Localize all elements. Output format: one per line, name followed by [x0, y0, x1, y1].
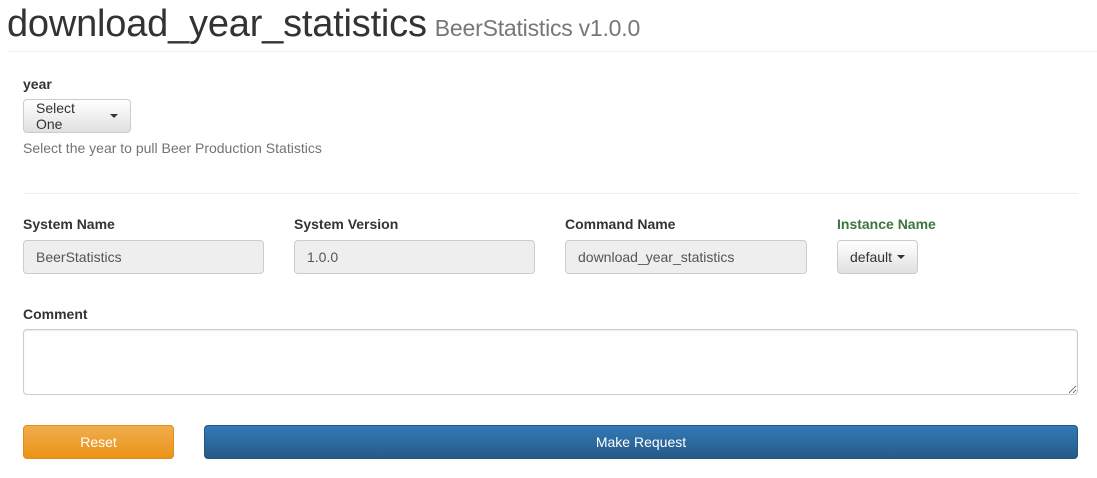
section-divider [23, 193, 1078, 194]
make-request-button[interactable]: Make Request [204, 425, 1078, 459]
system-name-field: BeerStatistics [23, 240, 264, 274]
system-version-label: System Version [294, 216, 399, 232]
year-help-text: Select the year to pull Beer Production … [23, 140, 322, 156]
caret-down-icon [110, 114, 118, 118]
year-label: year [23, 76, 52, 92]
comment-textarea[interactable] [23, 329, 1078, 395]
system-version-field: 1.0.0 [294, 240, 535, 274]
instance-name-label: Instance Name [837, 216, 936, 232]
command-name-field: download_year_statistics [565, 240, 807, 274]
reset-button[interactable]: Reset [23, 425, 174, 459]
caret-down-icon [897, 255, 906, 259]
command-title: download_year_statistics [7, 3, 427, 45]
subtitle-system-version: v1.0.0 [578, 15, 641, 41]
page-subtitle: BeerStatistics v1.0.0 [435, 15, 640, 41]
instance-name-dropdown[interactable]: default [837, 240, 918, 274]
command-name-label: Command Name [565, 216, 676, 232]
comment-label: Comment [23, 306, 88, 322]
instance-dropdown-value: default [850, 249, 893, 265]
system-name-label: System Name [23, 216, 115, 232]
year-dropdown[interactable]: Select One [23, 99, 131, 133]
page-title: download_year_statistics BeerStatistics v1… [7, 2, 640, 50]
year-dropdown-value: Select One [36, 100, 75, 132]
page-header: download_year_statistics BeerStatistics v1… [7, 0, 1097, 52]
subtitle-system-name: BeerStatistics [434, 15, 573, 41]
